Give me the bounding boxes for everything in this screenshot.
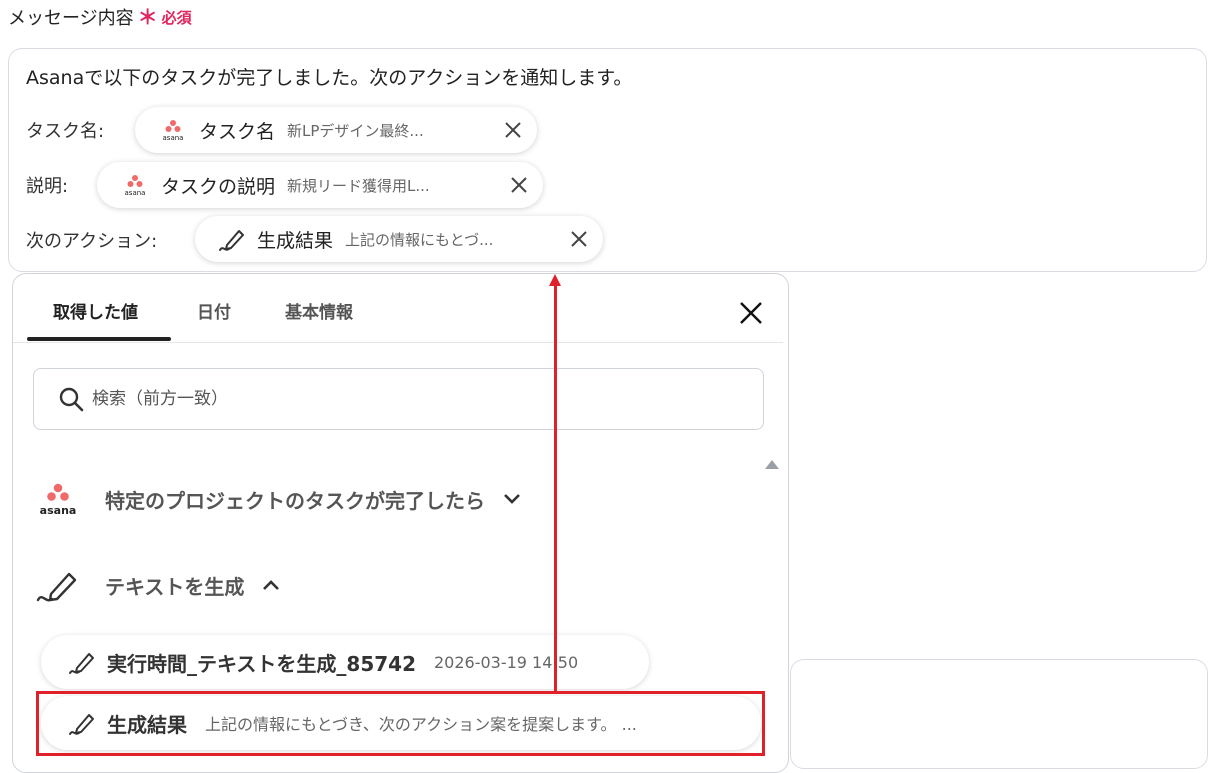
asana-logo-icon: asana xyxy=(163,120,184,142)
tab-fetched-values[interactable]: 取得した値 xyxy=(53,298,138,323)
pill-value: 新規リード獲得用L... xyxy=(287,176,430,195)
section-title: テキストを生成 xyxy=(105,574,245,599)
asana-logo-icon: asana xyxy=(125,175,146,197)
close-icon[interactable] xyxy=(737,299,765,327)
remove-pill-icon[interactable] xyxy=(503,120,523,140)
row-label-description: 説明: xyxy=(26,176,69,197)
pen-icon xyxy=(219,230,244,251)
chevron-down-icon xyxy=(504,494,520,504)
pen-icon xyxy=(36,572,77,602)
variable-pill-generated-result[interactable]: 生成結果 上記の情報にもとづ... xyxy=(195,216,603,262)
search-icon xyxy=(59,387,84,412)
highlight-box xyxy=(36,691,765,756)
message-editor[interactable]: Asanaで以下のタスクが完了しました。次のアクションを通知します。 タスク名:… xyxy=(8,48,1207,272)
section-title: 特定のプロジェクトのタスクが完了したら xyxy=(105,488,485,513)
row-label-next-action: 次のアクション: xyxy=(26,231,158,252)
svg-text:asana: asana xyxy=(125,189,146,197)
variable-item-execution-time[interactable]: 実行時間_テキストを生成_85742 2026-03-19 14:50 xyxy=(41,635,649,689)
pen-icon xyxy=(69,653,94,674)
variable-pill-task-name[interactable]: asana タスク名 新LPデザイン最終... xyxy=(135,107,537,153)
tab-basic-info[interactable]: 基本情報 xyxy=(285,298,353,323)
section-asana-trigger[interactable]: asana 特定のプロジェクトのタスクが完了したら xyxy=(33,482,521,516)
pill-name: タスクの説明 xyxy=(161,175,276,198)
pill-value: 上記の情報にもとづ... xyxy=(345,230,494,249)
field-label-text: メッセージ内容 xyxy=(8,8,134,29)
chevron-up-icon xyxy=(263,580,280,590)
active-tab-indicator xyxy=(27,337,171,341)
search-field[interactable] xyxy=(33,368,764,430)
tab-bar: 取得した値 日付 基本情報 xyxy=(13,274,783,343)
remove-pill-icon[interactable] xyxy=(509,175,529,195)
pill-value: 新LPデザイン最終... xyxy=(287,121,424,140)
required-text: 必須 xyxy=(161,8,192,27)
item-name: 実行時間_テキストを生成_85742 xyxy=(107,651,416,676)
message-intro-text: Asanaで以下のタスクが完了しました。次のアクションを通知します。 xyxy=(26,67,633,89)
row-label-task-name: タスク名: xyxy=(26,121,105,142)
scroll-up-arrow[interactable] xyxy=(765,460,779,469)
background-field-box xyxy=(790,659,1208,769)
svg-text:asana: asana xyxy=(40,504,77,516)
tab-date[interactable]: 日付 xyxy=(197,298,231,323)
annotation-arrowhead xyxy=(549,274,561,286)
annotation-arrow-line xyxy=(554,285,557,693)
pill-name: 生成結果 xyxy=(257,229,334,252)
pill-name: タスク名 xyxy=(199,120,276,143)
remove-pill-icon[interactable] xyxy=(569,229,589,249)
field-label: メッセージ内容 ＊ 必須 xyxy=(8,4,192,30)
asana-logo-icon: asana xyxy=(40,483,77,516)
section-text-generation[interactable]: テキストを生成 xyxy=(33,564,280,606)
variable-pill-description[interactable]: asana タスクの説明 新規リード獲得用L... xyxy=(97,162,543,208)
svg-text:asana: asana xyxy=(163,134,184,142)
search-input[interactable] xyxy=(90,388,734,410)
required-star: ＊ xyxy=(137,5,158,29)
